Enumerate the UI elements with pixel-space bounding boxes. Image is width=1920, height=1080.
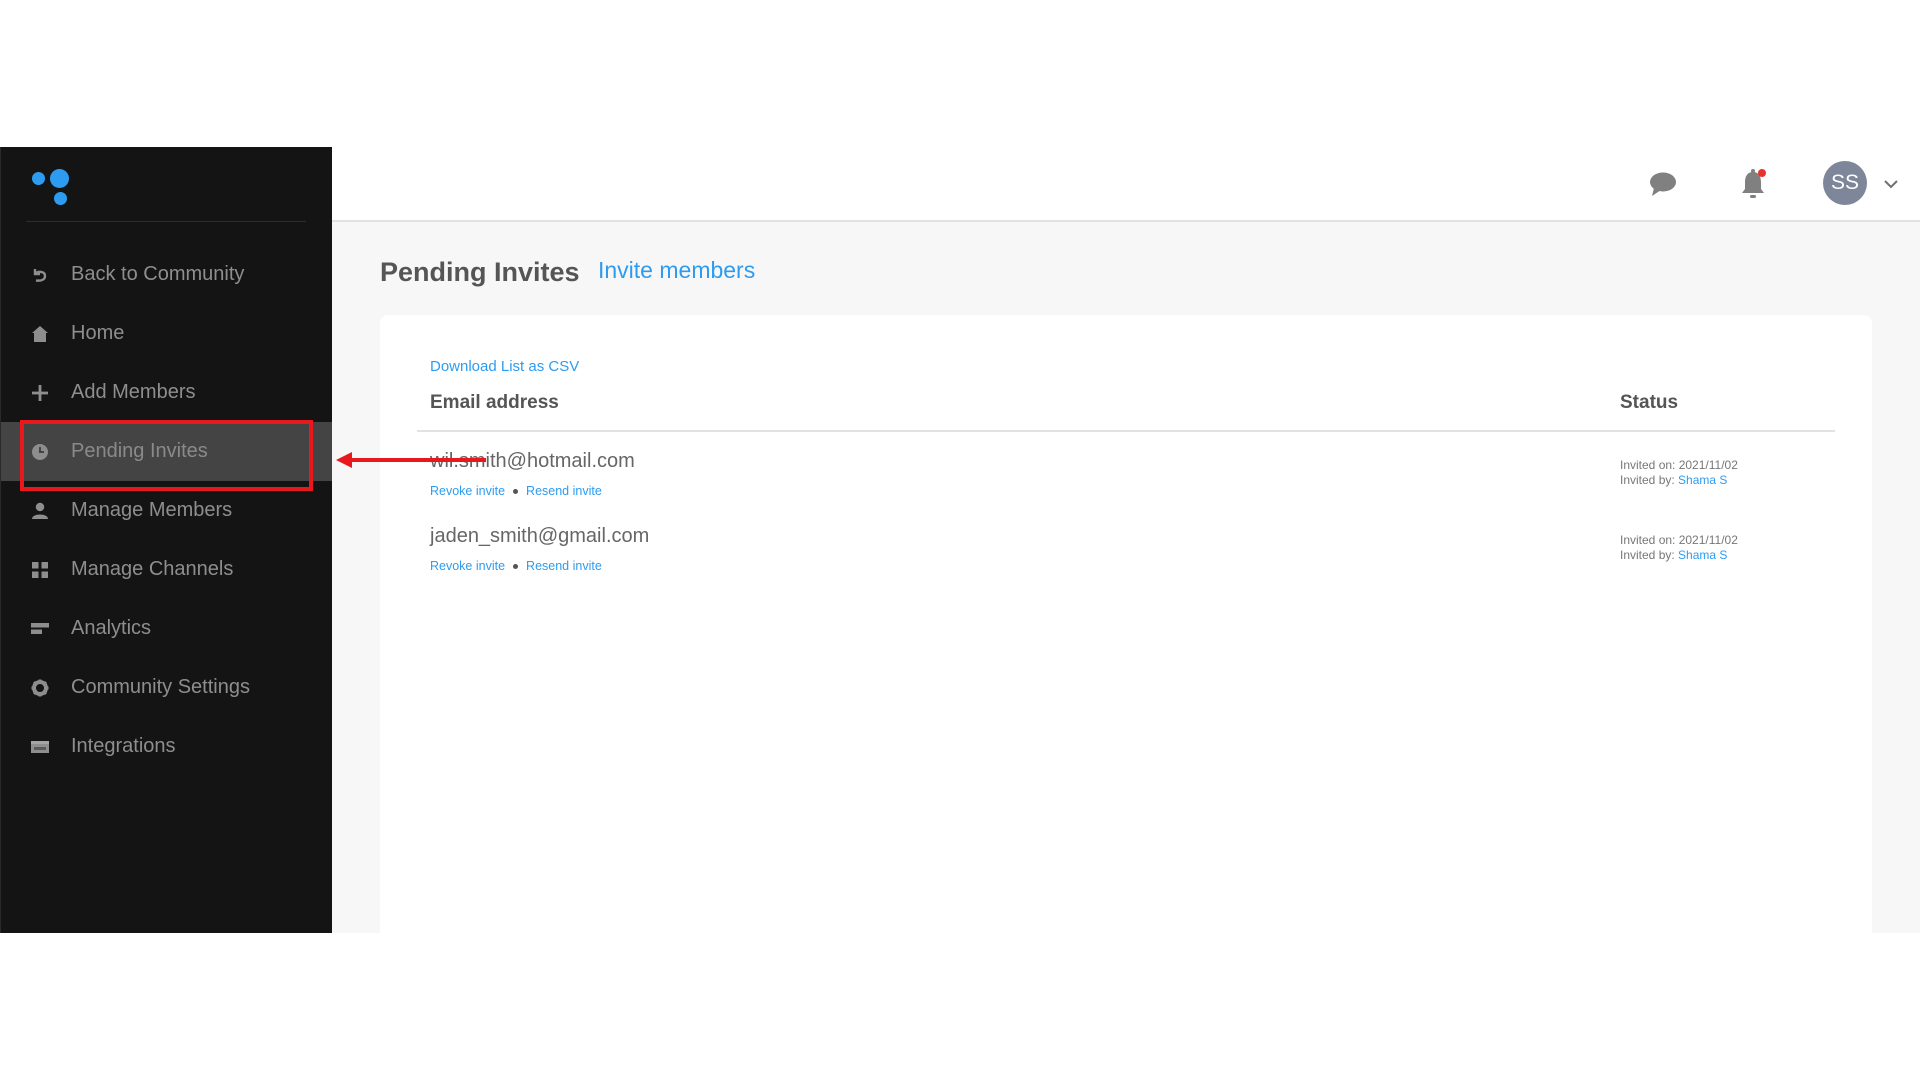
sidebar-item-label: Pending Invites: [71, 440, 208, 462]
sidebar-item-label: Integrations: [71, 735, 176, 757]
avatar[interactable]: SS: [1823, 161, 1867, 205]
sidebar: Back to Community Home Add Members Pendi…: [0, 147, 333, 933]
invite-actions: Revoke invite Resend invite: [430, 559, 602, 573]
sidebar-item-manage-channels[interactable]: Manage Channels: [1, 540, 333, 599]
bars-icon: [29, 618, 51, 640]
sidebar-item-add-members[interactable]: Add Members: [1, 363, 333, 422]
sidebar-item-integrations[interactable]: Integrations: [1, 717, 333, 776]
sidebar-item-label: Community Settings: [71, 676, 250, 698]
sidebar-item-label: Manage Channels: [71, 558, 234, 580]
sidebar-item-home[interactable]: Home: [1, 304, 333, 363]
sidebar-item-label: Analytics: [71, 617, 152, 639]
sidebar-item-community-settings[interactable]: Community Settings: [1, 658, 333, 717]
column-header-email: Email address: [430, 392, 559, 413]
sidebar-divider: [26, 221, 306, 222]
invited-on: Invited on: 2021/11/02: [1620, 458, 1738, 472]
logo[interactable]: [29, 157, 79, 207]
sidebar-menu: Back to Community Home Add Members Pendi…: [1, 245, 333, 776]
notification-dot: [1758, 169, 1766, 177]
resend-invite-link[interactable]: Resend invite: [526, 559, 602, 573]
resend-invite-link[interactable]: Resend invite: [526, 484, 602, 498]
invite-email: wil.smith@hotmail.com: [430, 450, 635, 472]
invited-by-label: Invited by:: [1620, 548, 1679, 562]
invite-email: jaden_smith@gmail.com: [430, 525, 650, 547]
main-content: Pending Invites Invite members Download …: [332, 222, 1920, 945]
invite-members-link[interactable]: Invite members: [598, 257, 755, 284]
table-row: wil.smith@hotmail.com Revoke invite Rese…: [380, 450, 1872, 520]
invite-status: Invited on: 2021/11/02 Invited by: Shama…: [1620, 458, 1738, 488]
page-title: Pending Invites: [380, 257, 580, 287]
download-csv-link[interactable]: Download List as CSV: [430, 358, 579, 375]
back-arrow-icon: [29, 264, 51, 286]
invited-on: Invited on: 2021/11/02: [1620, 533, 1738, 547]
chat-bubble-icon[interactable]: [1648, 169, 1678, 199]
revoke-invite-link[interactable]: Revoke invite: [430, 559, 505, 573]
invited-by: Invited by: Shama S: [1620, 548, 1738, 563]
chevron-down-icon[interactable]: [1882, 175, 1900, 193]
revoke-invite-link[interactable]: Revoke invite: [430, 484, 505, 498]
invited-by: Invited by: Shama S: [1620, 473, 1738, 488]
sidebar-item-manage-members[interactable]: Manage Members: [1, 481, 333, 540]
grid-icon: [29, 559, 51, 581]
invite-actions: Revoke invite Resend invite: [430, 484, 602, 498]
app-window: Back to Community Home Add Members Pendi…: [0, 147, 1920, 945]
sidebar-item-label: Manage Members: [71, 499, 233, 521]
home-icon: [29, 323, 51, 345]
sidebar-item-pending-invites[interactable]: Pending Invites: [1, 422, 333, 481]
invites-card: Download List as CSV Email address Statu…: [380, 315, 1872, 945]
invite-status: Invited on: 2021/11/02 Invited by: Shama…: [1620, 533, 1738, 563]
sidebar-item-label: Add Members: [71, 381, 196, 403]
invited-by-label: Invited by:: [1620, 473, 1679, 487]
inviter-link[interactable]: Shama S: [1678, 548, 1727, 562]
bell-icon[interactable]: [1738, 167, 1768, 201]
user-icon: [29, 500, 51, 522]
sidebar-item-label: Back to Community: [71, 263, 245, 285]
table-row: jaden_smith@gmail.com Revoke invite Rese…: [380, 525, 1872, 595]
clock-icon: [29, 441, 51, 463]
plus-icon: [29, 382, 51, 404]
separator-dot: [513, 563, 519, 569]
gear-icon: [29, 677, 51, 699]
header-divider: [417, 430, 1835, 432]
top-header: SS: [332, 147, 1920, 222]
separator-dot: [513, 488, 519, 494]
sidebar-item-back-to-community[interactable]: Back to Community: [1, 245, 333, 304]
sidebar-item-analytics[interactable]: Analytics: [1, 599, 333, 658]
inviter-link[interactable]: Shama S: [1678, 473, 1727, 487]
column-header-status: Status: [1620, 392, 1679, 413]
integrations-icon: [29, 736, 51, 758]
sidebar-item-label: Home: [71, 322, 125, 344]
